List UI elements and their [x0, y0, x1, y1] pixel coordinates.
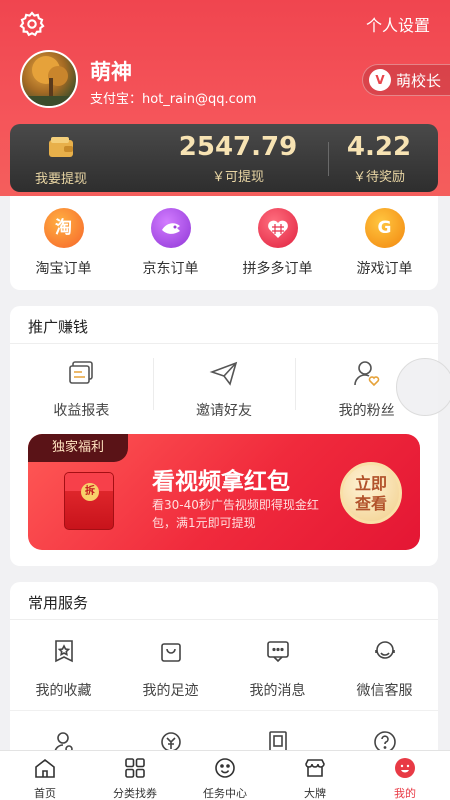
- bottom-tab-bar: 首页 分类找券 任务中心 大牌 我的: [0, 750, 450, 800]
- order-label: 淘宝订单: [35, 261, 92, 277]
- my-footprints-button[interactable]: 我的足迹: [117, 620, 224, 710]
- game-g-icon: G: [364, 208, 405, 248]
- taobao-orders[interactable]: 淘 淘宝订单: [10, 196, 117, 290]
- avatar[interactable]: [20, 50, 78, 108]
- view-now-button[interactable]: 立即 查看: [340, 462, 402, 524]
- service-label: 我的足迹: [142, 683, 199, 699]
- earnings-report-button[interactable]: 收益报表: [10, 344, 153, 424]
- withdraw-label: 我要提现: [34, 172, 87, 187]
- alipay-account: 支付宝：hot_rain@qq.com: [90, 92, 257, 107]
- wallet-icon: [49, 137, 73, 157]
- invite-friends-button[interactable]: 邀请好友: [152, 344, 296, 424]
- red-envelope-icon: 拆: [64, 472, 114, 530]
- message-icon: [266, 641, 289, 663]
- reward-block: 4.22 ￥待奖励: [334, 132, 424, 185]
- wallet-card: 我要提现 2547.79 ￥可提现 4.22 ￥待奖励: [10, 124, 438, 192]
- taobao-icon: 淘: [43, 208, 84, 248]
- face-icon: [215, 758, 235, 778]
- jd-orders[interactable]: 京东订单: [117, 196, 224, 290]
- bag-icon: [160, 643, 181, 662]
- grid-icon: [125, 758, 145, 778]
- fans-icon: [353, 361, 379, 387]
- promote-actions: 收益报表 邀请好友 我的粉丝: [10, 344, 438, 424]
- exclusive-tag: 独家福利: [28, 434, 128, 462]
- promote-earn-title: 推广赚钱: [10, 306, 438, 344]
- principal-label: 萌校长: [396, 71, 442, 90]
- promo-label: 邀请好友: [196, 403, 252, 419]
- common-services-title: 常用服务: [10, 582, 438, 620]
- banner-title: 看视频拿红包: [152, 469, 290, 495]
- star-box-icon: [54, 640, 73, 663]
- username: 萌神: [90, 60, 132, 84]
- floating-assistive-button[interactable]: [396, 358, 450, 416]
- video-red-packet-banner[interactable]: 独家福利 拆 看视频拿红包 看30-40秒广告视频即得现金红包，满1元即可提现 …: [28, 434, 420, 550]
- report-icon: [69, 361, 94, 384]
- gear-icon[interactable]: [18, 10, 46, 38]
- order-label: 京东订单: [142, 261, 199, 277]
- withdraw-button[interactable]: 我要提现: [26, 132, 96, 187]
- balance-block: 2547.79 ￥可提现: [178, 132, 298, 185]
- promote-earn-panel: 推广赚钱 收益报表 邀请好友 我的粉丝 独家福利 拆 看视频拿红包 看30-40…: [10, 306, 438, 566]
- orders-panel: 淘 淘宝订单 京东订单 拼多多订单 G 游戏订单: [10, 196, 438, 290]
- tab-categories[interactable]: 分类找券: [90, 751, 180, 800]
- game-orders[interactable]: G 游戏订单: [331, 196, 438, 290]
- personal-settings-link[interactable]: 个人设置: [366, 12, 430, 36]
- vip-badge-icon: V: [369, 69, 391, 91]
- tab-task-center[interactable]: 任务中心: [180, 751, 270, 800]
- wechat-support-button[interactable]: 微信客服: [331, 620, 438, 710]
- jd-dog-icon: [150, 208, 191, 248]
- pdd-orders[interactable]: 拼多多订单: [224, 196, 331, 290]
- balance-value: 2547.79: [178, 132, 298, 162]
- my-favorites-button[interactable]: 我的收藏: [10, 620, 117, 710]
- reward-label: ￥待奖励: [352, 170, 405, 185]
- tab-label: 大牌: [304, 787, 326, 800]
- order-label: 拼多多订单: [242, 261, 313, 277]
- tab-label: 分类找券: [113, 787, 157, 800]
- service-label: 微信客服: [356, 683, 413, 699]
- principal-badge[interactable]: V 萌校长: [362, 64, 450, 96]
- service-label: 我的收藏: [35, 683, 92, 699]
- my-messages-button[interactable]: 我的消息: [224, 620, 331, 710]
- banner-description: 看30-40秒广告视频即得现金红包，满1元即可提现: [152, 498, 319, 530]
- tab-me[interactable]: 我的: [360, 751, 450, 800]
- tab-label: 我的: [394, 787, 416, 800]
- tab-home[interactable]: 首页: [0, 751, 90, 800]
- service-label: 我的消息: [249, 683, 306, 699]
- tab-label: 首页: [34, 787, 56, 800]
- paper-plane-icon: [209, 361, 238, 386]
- promo-label: 收益报表: [53, 403, 110, 419]
- reward-value: 4.22: [346, 132, 412, 162]
- order-label: 游戏订单: [356, 261, 413, 277]
- support-icon: [374, 641, 395, 659]
- card-divider: [328, 142, 329, 176]
- me-icon: [395, 758, 415, 778]
- tab-label: 任务中心: [203, 787, 247, 800]
- store-icon: [305, 759, 325, 777]
- tab-brands[interactable]: 大牌: [270, 751, 360, 800]
- pinduoduo-icon: [257, 208, 298, 248]
- balance-label: ￥可提现: [211, 170, 264, 185]
- home-icon: [35, 758, 55, 778]
